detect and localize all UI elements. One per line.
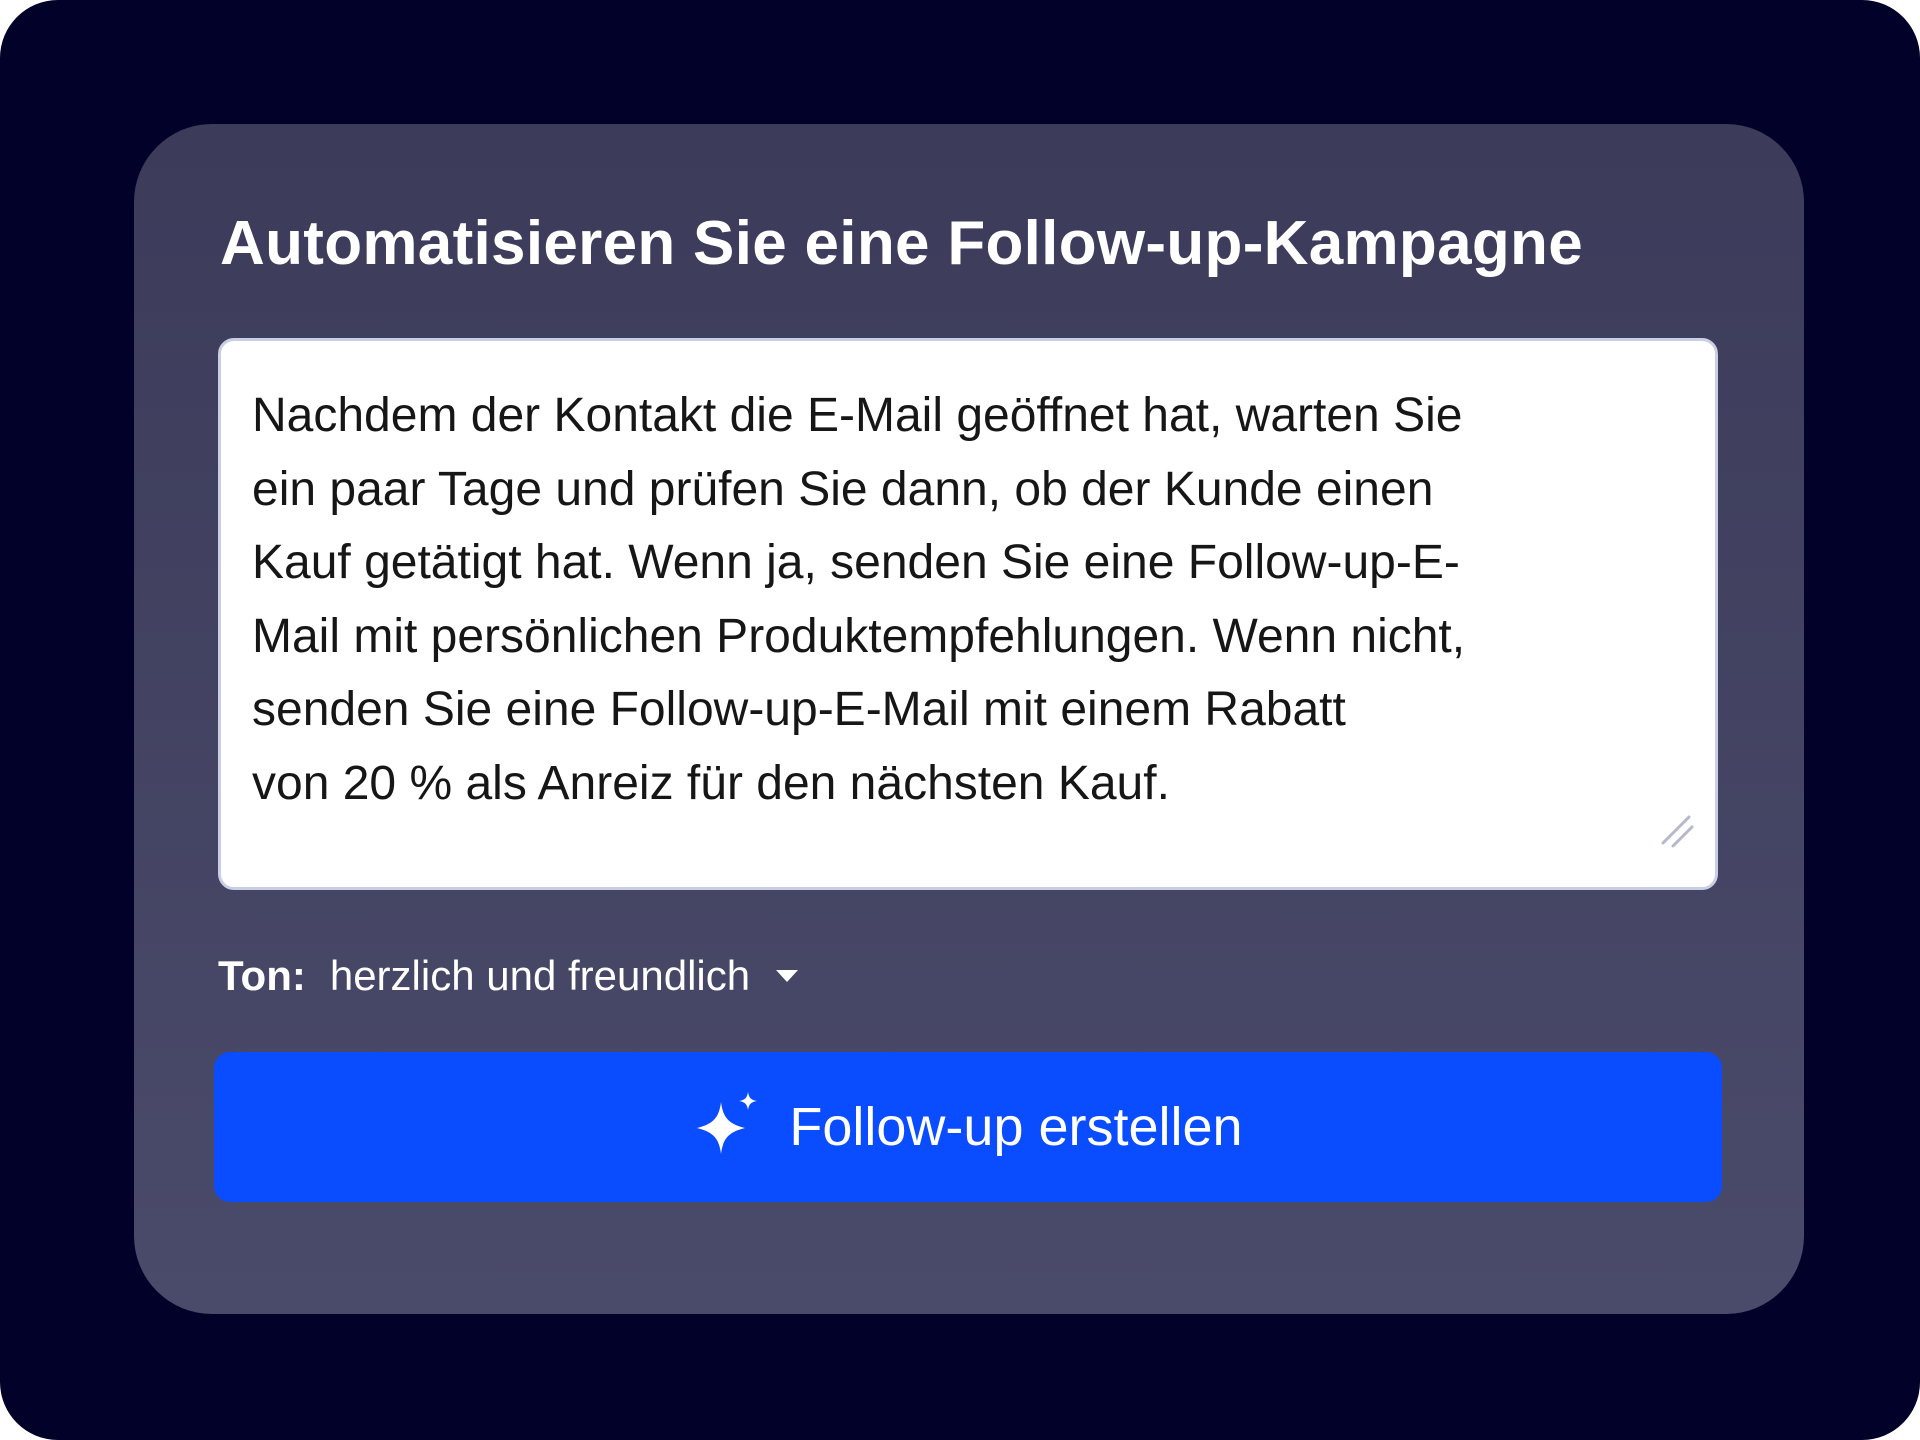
campaign-card: Automatisieren Sie eine Follow-up-Kampag… — [134, 124, 1804, 1314]
prompt-text: Nachdem der Kontakt die E-Mail geöffnet … — [252, 389, 1466, 810]
tone-setting: Ton: herzlich und freundlich — [218, 948, 799, 1004]
prompt-textarea[interactable]: Nachdem der Kontakt die E-Mail geöffnet … — [218, 338, 1718, 890]
resize-handle-icon[interactable] — [1659, 813, 1695, 849]
tone-selected-value: herzlich und freundlich — [329, 952, 751, 999]
tone-dropdown[interactable]: herzlich und freundlich — [329, 952, 799, 1000]
card-title: Automatisieren Sie eine Follow-up-Kampag… — [220, 209, 1584, 278]
create-follow-up-button[interactable]: Follow-up erstellen — [214, 1052, 1722, 1202]
sparkle-icon — [697, 1092, 758, 1154]
create-follow-up-label: Follow-up erstellen — [789, 1097, 1243, 1157]
tone-label: Ton: — [218, 952, 306, 999]
caret-down-icon — [776, 970, 799, 982]
app-frame: Automatisieren Sie eine Follow-up-Kampag… — [0, 0, 1920, 1440]
